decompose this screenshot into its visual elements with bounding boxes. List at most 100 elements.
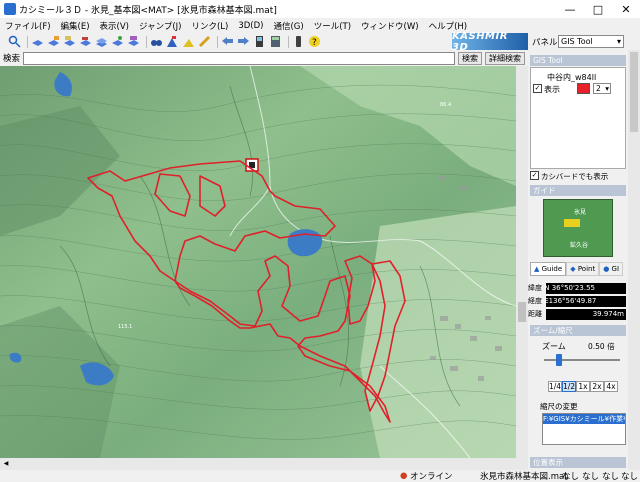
app-icon [4,3,16,15]
menu-comm[interactable]: 通信(G) [268,20,308,32]
online-status: オンライン [410,472,453,482]
app-window: カシミール３Ｄ - 氷見_基本図<MAT> [氷見市森林基本図.mat] — □… [0,0,640,482]
layer-edit-icon[interactable] [63,35,76,48]
zoom-buttons: 1/4 1/2 1x 2x 4x [548,381,618,392]
peak-flag-icon[interactable] [166,35,179,48]
online-icon: ● [400,471,408,481]
title-bar: カシミール３Ｄ - 氷見_基本図<MAT> [氷見市森林基本図.mat] — □… [0,0,640,18]
zoom-1x-button[interactable]: 1x [576,381,590,392]
maximize-icon[interactable]: □ [584,0,612,18]
close-icon[interactable]: ✕ [612,0,640,18]
tab-point-label: Point [577,265,596,273]
gis-tool-header: GIS Tool [530,55,626,66]
status-cell: なし [582,472,600,482]
brand-logo: KASHMIR 3D [452,31,528,53]
map-view[interactable]: 115.1 86.4 [0,66,516,458]
status-cell: なし [602,472,620,482]
detail-search-button[interactable]: 詳細検索 [485,51,526,65]
map-horizontal-scrollbar[interactable]: ◀ [0,458,528,470]
status-bar: ● オンライン 氷見市森林基本図.mat なし なし なし なし [0,470,640,482]
menu-tools[interactable]: ツール(T) [309,20,356,32]
line-width-select[interactable]: 2 ▾ [593,83,611,94]
calculator-icon[interactable] [269,35,282,48]
status-cell: なし [562,472,580,482]
chevron-down-icon: ▾ [605,84,609,93]
guide-tabs: ▲ Guide ◆ Point ● GI [530,262,626,276]
zoom-quarter-button[interactable]: 1/4 [548,381,562,392]
zoom-search-icon[interactable] [8,35,21,48]
menu-window[interactable]: ウィンドウ(W) [356,20,424,32]
zoom-slider-thumb[interactable] [556,354,562,366]
status-cell: なし [621,472,639,482]
menu-edit[interactable]: 編集(E) [56,20,95,32]
menu-view[interactable]: 表示(V) [95,20,134,32]
guide-location-marker [564,219,580,227]
layer-icon[interactable] [31,35,44,48]
map-number-label: 115.1 [118,324,132,330]
arrow-right-icon[interactable] [237,35,250,48]
tab-gis-label: GI [611,265,620,273]
help-icon[interactable]: ? [308,35,321,48]
guide-tab-icon: ▲ [534,265,540,273]
color-swatch[interactable] [577,83,590,94]
scale-list[interactable]: F:¥GIS¥カシミール¥作業¥ [542,413,626,445]
layer-export-icon[interactable] [127,35,140,48]
menu-jump[interactable]: ジャンプ(J) [134,20,186,32]
show-checkbox[interactable]: ✓ [533,84,542,93]
svg-text:?: ? [312,38,317,48]
search-button[interactable]: 検索 [458,51,483,65]
window-title: カシミール３Ｄ - 氷見_基本図<MAT> [氷見市森林基本図.mat] [19,5,277,16]
tab-gis[interactable]: ● GI [599,262,624,276]
guide-minimap[interactable]: 氷見 鉱久谷 [543,199,613,257]
tab-point[interactable]: ◆ Point [566,262,600,276]
arrow-left-icon[interactable] [221,35,234,48]
kashbird-checkbox[interactable]: ✓ [530,171,539,180]
zoom-4x-button[interactable]: 4x [604,381,618,392]
layer-stack-icon[interactable] [95,35,108,48]
minimize-icon[interactable]: — [556,0,584,18]
panel-label: パネル [532,38,558,48]
point-tab-icon: ◆ [570,265,576,273]
binoculars-icon[interactable] [150,35,163,48]
panel-scrollbar[interactable] [628,50,640,470]
menu-file[interactable]: ファイル(F) [0,20,56,32]
layer-save-icon[interactable] [111,35,124,48]
panel-scroll-thumb[interactable] [630,52,638,132]
coord-longitude: 経度 E136°56'49.87 [528,296,626,307]
gis-tab-icon: ● [603,265,610,273]
map-vertical-scrollbar[interactable] [516,66,528,458]
panel-select-value: GIS Tool [561,37,593,46]
coord-latitude-value: N 36°50'23.55 [544,284,595,292]
guide-label-sub: 鉱久谷 [570,242,589,249]
zoom-half-button[interactable]: 1/2 [562,381,576,392]
scroll-left-icon[interactable]: ◀ [2,460,10,468]
tab-guide-label: Guide [541,265,563,273]
menu-bar: ファイル(F) 編集(E) 表示(V) ジャンプ(J) リンク(L) 3D(D)… [0,18,528,33]
layer-remove-icon[interactable] [79,35,92,48]
map-number-label: 86.4 [440,102,451,108]
toolbar-separator [288,35,289,48]
vscroll-thumb[interactable] [518,302,526,322]
scale-list-item[interactable]: F:¥GIS¥カシミール¥作業¥ [543,414,625,424]
gps-icon[interactable] [253,35,266,48]
coord-distance-value: 39.974m [592,310,624,318]
coord-latitude: 緯度 N 36°50'23.55 [528,283,626,294]
panel-select[interactable]: GIS Tool ▾ [558,35,624,48]
coord-longitude-value: E136°56'49.87 [544,297,597,305]
hill-icon[interactable] [182,35,195,48]
menu-3d[interactable]: 3D(D) [233,21,268,31]
pencil-icon[interactable] [198,35,211,48]
menu-link[interactable]: リンク(L) [186,20,233,32]
phone-icon[interactable] [292,35,305,48]
guide-header: ガイド [530,185,626,196]
status-file: 氷見市森林基本図.mat [480,472,568,482]
toolbar-separator [27,35,28,48]
zoom-value: 0.50 倍 [588,342,615,351]
layer-add-icon[interactable] [47,35,60,48]
search-input[interactable] [23,51,456,65]
zoom-slider-track[interactable] [544,354,620,366]
tab-guide[interactable]: ▲ Guide [530,262,567,276]
scale-change-label: 縮尺の変更 [540,402,578,411]
zoom-2x-button[interactable]: 2x [590,381,604,392]
topographic-map[interactable]: 115.1 86.4 [0,66,516,458]
